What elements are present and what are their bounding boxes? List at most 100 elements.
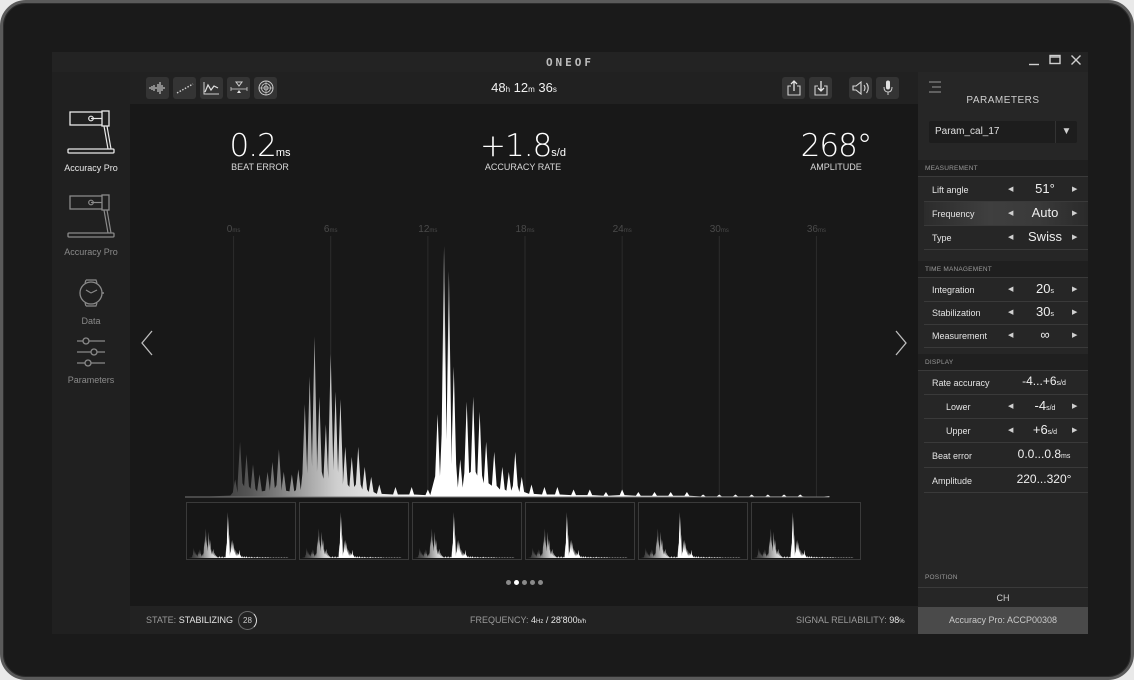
decrease-stabilization-button[interactable]: ◀ bbox=[1008, 308, 1013, 316]
param-value: 220...320° bbox=[1016, 472, 1072, 486]
export-button[interactable] bbox=[782, 77, 805, 99]
page-dot[interactable] bbox=[506, 580, 511, 585]
sidebar-item-accuracy-pro-2[interactable]: Accuracy Pro bbox=[52, 194, 130, 257]
increase-measurement-button[interactable]: ▶ bbox=[1072, 331, 1077, 339]
signal-area bbox=[197, 246, 830, 497]
page-dot[interactable] bbox=[538, 580, 543, 585]
timer-minutes-unit: m bbox=[528, 85, 535, 94]
microphone-button[interactable] bbox=[876, 77, 899, 99]
increase-integration-button[interactable]: ▶ bbox=[1072, 285, 1077, 293]
sliders-icon bbox=[77, 337, 105, 367]
increase-type-button[interactable]: ▶ bbox=[1072, 233, 1077, 241]
page-indicator bbox=[506, 580, 543, 585]
increase-lower-button[interactable]: ▶ bbox=[1072, 402, 1077, 410]
param-value: Swiss bbox=[1028, 229, 1062, 244]
param-value: 51° bbox=[1035, 181, 1055, 196]
connected-device: Accuracy Pro: ACCP00308 bbox=[918, 607, 1088, 634]
decrease-integration-button[interactable]: ◀ bbox=[1008, 285, 1013, 293]
history-thumbnail[interactable] bbox=[751, 502, 861, 560]
chevron-left-icon bbox=[141, 330, 153, 356]
section-display: DISPLAY bbox=[918, 354, 1088, 371]
increase-lift-angle-button[interactable]: ▶ bbox=[1072, 185, 1077, 193]
param-label: Rate accuracy bbox=[932, 378, 990, 388]
x-tick-label: 18ms bbox=[515, 224, 534, 235]
history-thumbnail[interactable] bbox=[186, 502, 296, 560]
download-icon bbox=[813, 81, 828, 96]
history-thumbnail[interactable] bbox=[525, 502, 635, 560]
beat-error-value: 0.2 bbox=[229, 128, 277, 164]
frequency-status: FREQUENCY: 4Hz / 28'800b/h bbox=[470, 615, 587, 625]
param-row-frequency: Frequency ◀ Auto ▶ bbox=[924, 202, 1088, 226]
thumbnail-signal bbox=[640, 512, 745, 558]
next-arrow[interactable] bbox=[890, 327, 910, 359]
param-row-rate-accuracy[interactable]: Rate accuracy -4...+6s/d bbox=[924, 371, 1088, 395]
section-title: TIME MANAGEMENT bbox=[925, 266, 992, 273]
sidebar-item-data[interactable]: Data bbox=[52, 277, 130, 326]
preset-dropdown[interactable]: Param_cal_17 ▼ bbox=[929, 121, 1077, 143]
page-dot[interactable] bbox=[522, 580, 527, 585]
stabilizing-countdown: 28 bbox=[238, 611, 257, 630]
signal-chart: 0ms 6ms 12ms 18ms 24ms 30ms 36ms bbox=[185, 224, 830, 498]
param-label: Beat error bbox=[932, 451, 973, 461]
section-title: MEASUREMENT bbox=[925, 165, 978, 172]
signal-area-shade bbox=[197, 246, 830, 497]
title-bar: ONEOF bbox=[52, 52, 1088, 72]
beat-error-unit: ms bbox=[275, 147, 291, 159]
minimize-button[interactable] bbox=[1025, 54, 1043, 70]
thumbnail-signal bbox=[753, 512, 858, 558]
param-row-lower: Lower ◀ -4s/d ▶ bbox=[924, 395, 1088, 419]
param-row-integration: Integration ◀ 20s ▶ bbox=[924, 278, 1088, 302]
upload-icon bbox=[786, 80, 801, 96]
decrease-lift-angle-button[interactable]: ◀ bbox=[1008, 185, 1013, 193]
history-thumbnail[interactable] bbox=[299, 502, 409, 560]
decrease-measurement-button[interactable]: ◀ bbox=[1008, 331, 1013, 339]
reliability-value: 98 bbox=[889, 615, 900, 625]
x-tick-label: 0ms bbox=[227, 224, 241, 235]
param-label: Lift angle bbox=[932, 185, 969, 195]
history-thumbnail[interactable] bbox=[638, 502, 748, 560]
status-bar: STATE: STABILIZING 28 FREQUENCY: 4Hz / 2… bbox=[130, 606, 918, 634]
decrease-type-button[interactable]: ◀ bbox=[1008, 233, 1013, 241]
param-row-stabilization: Stabilization ◀ 30s ▶ bbox=[924, 301, 1088, 325]
param-value: 30s bbox=[1036, 304, 1054, 319]
increase-stabilization-button[interactable]: ▶ bbox=[1072, 308, 1077, 316]
previous-arrow[interactable] bbox=[138, 327, 158, 359]
sidebar-item-label: Data bbox=[81, 316, 101, 326]
speaker-button[interactable] bbox=[849, 77, 872, 99]
frequency-label: FREQUENCY: bbox=[470, 615, 529, 625]
speaker-icon bbox=[851, 81, 869, 95]
parameters-panel: PARAMETERS Param_cal_17 ▼ MEASUREMENT Li… bbox=[918, 72, 1088, 634]
decrease-frequency-button[interactable]: ◀ bbox=[1008, 209, 1013, 217]
param-value: 0.0...0.8ms bbox=[1017, 447, 1071, 461]
param-label: Frequency bbox=[932, 209, 975, 219]
increase-upper-button[interactable]: ▶ bbox=[1072, 426, 1077, 434]
frequency-hz-unit: Hz bbox=[536, 619, 544, 625]
increase-frequency-button[interactable]: ▶ bbox=[1072, 209, 1077, 217]
thumbnail-signal bbox=[188, 512, 293, 558]
close-button[interactable] bbox=[1067, 54, 1085, 70]
param-value: Auto bbox=[1031, 205, 1059, 220]
device-frame: ONEOF Accuracy Pro Accuracy Pro Data Par… bbox=[0, 0, 1134, 680]
sidebar-item-parameters[interactable]: Parameters bbox=[52, 336, 130, 385]
decrease-upper-button[interactable]: ◀ bbox=[1008, 426, 1013, 434]
menu-icon bbox=[929, 81, 941, 93]
param-row-amplitude[interactable]: Amplitude 220...320° bbox=[924, 469, 1088, 493]
accuracy-rate-value: +1.8 bbox=[480, 128, 552, 164]
panel-menu-button[interactable] bbox=[928, 80, 942, 94]
state-label: STATE: bbox=[146, 615, 177, 625]
param-label: Stabilization bbox=[932, 308, 981, 318]
history-thumbnail[interactable] bbox=[412, 502, 522, 560]
decrease-lower-button[interactable]: ◀ bbox=[1008, 402, 1013, 410]
sidebar-item-label: Accuracy Pro bbox=[64, 247, 118, 257]
position-value[interactable]: CH bbox=[918, 587, 1088, 607]
param-row-beat-error[interactable]: Beat error 0.0...0.8ms bbox=[924, 444, 1088, 468]
maximize-button[interactable] bbox=[1046, 54, 1064, 70]
sidebar-item-accuracy-pro-1[interactable]: Accuracy Pro bbox=[52, 110, 130, 173]
import-button[interactable] bbox=[809, 77, 832, 99]
main-area: 48h 12m 36s 0.2ms BEAT ERROR +1.8s/d ACC… bbox=[130, 72, 918, 634]
device-stand-icon bbox=[67, 110, 115, 154]
param-label: Type bbox=[932, 233, 952, 243]
page-dot[interactable] bbox=[514, 580, 519, 585]
page-dot[interactable] bbox=[530, 580, 535, 585]
section-time-management: TIME MANAGEMENT bbox=[918, 261, 1088, 278]
